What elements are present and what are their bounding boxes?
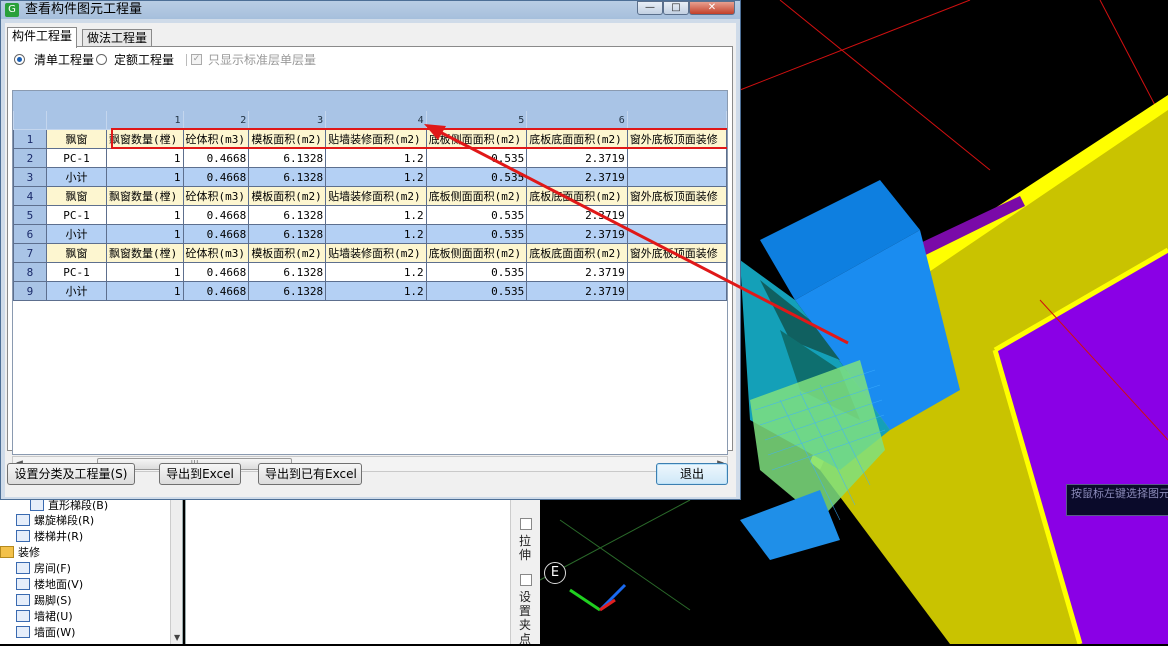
- tab-component-quantity[interactable]: 构件工程量: [7, 27, 78, 48]
- annotation-arrow: [424, 124, 849, 345]
